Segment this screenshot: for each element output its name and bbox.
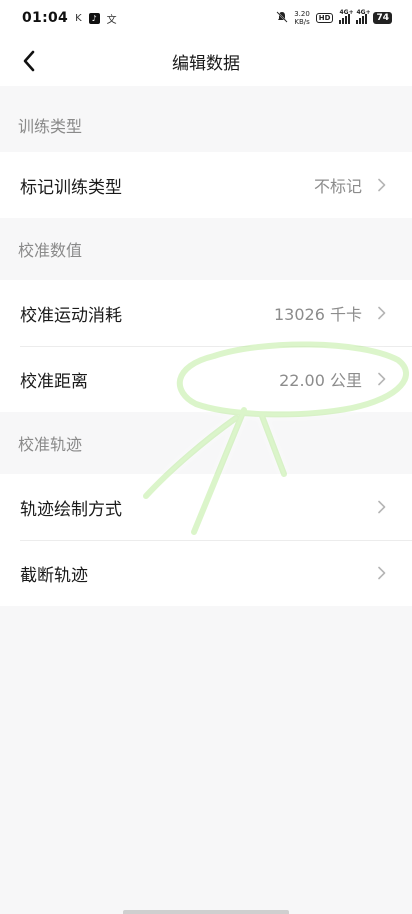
chevron-left-icon <box>23 50 35 72</box>
net-speed-value: 3.20 <box>294 10 310 18</box>
status-left: 01:04 K ♪ 文 <box>22 10 117 26</box>
nav-bar: 编辑数据 <box>0 36 412 86</box>
translate-icon: 文 <box>106 14 117 26</box>
signal-2-icon: 4G+ <box>356 9 371 24</box>
chevron-right-icon <box>376 178 386 192</box>
chevron-right-icon <box>376 566 386 580</box>
chevron-right-icon <box>376 500 386 514</box>
row-calibrate-distance[interactable]: 校准距离 22.00 公里 <box>0 346 412 412</box>
battery-icon: 74 <box>373 12 392 24</box>
group-calibrate-track: 轨迹绘制方式 截断轨迹 <box>0 474 412 606</box>
back-button[interactable] <box>14 46 44 76</box>
row-mark-training-type[interactable]: 标记训练类型 不标记 <box>0 152 412 218</box>
hd-badge: HD <box>315 13 334 23</box>
chevron-right-icon <box>376 372 386 386</box>
status-time: 01:04 <box>22 10 69 26</box>
notification-k-icon: K <box>75 12 82 24</box>
status-bar: 01:04 K ♪ 文 3.20 KB/s HD 4G+ 4G+ 74 <box>0 0 412 36</box>
signal-2-tag: 4G+ <box>356 8 371 16</box>
status-right: 3.20 KB/s HD 4G+ 4G+ 74 <box>276 9 392 26</box>
section-header-calibrate-track: 校准轨迹 <box>0 412 412 474</box>
row-label: 截断轨迹 <box>20 565 88 586</box>
row-label: 标记训练类型 <box>20 177 122 198</box>
row-track-draw-mode[interactable]: 轨迹绘制方式 <box>0 474 412 540</box>
home-indicator[interactable] <box>123 910 289 914</box>
section-header-calibrate-values: 校准数值 <box>0 218 412 280</box>
row-value: 13026 千卡 <box>274 305 362 324</box>
row-label: 校准距离 <box>20 371 88 392</box>
mute-bell-icon <box>276 10 288 26</box>
signal-1-icon: 4G+ <box>339 9 354 24</box>
section-header-training-type: 训练类型 <box>0 86 412 152</box>
row-truncate-track[interactable]: 截断轨迹 <box>0 540 412 606</box>
chevron-right-icon <box>376 306 386 320</box>
row-label: 校准运动消耗 <box>20 305 122 326</box>
row-label: 轨迹绘制方式 <box>20 499 122 520</box>
group-calibrate-values: 校准运动消耗 13026 千卡 校准距离 22.00 公里 <box>0 280 412 412</box>
net-speed: 3.20 KB/s <box>294 10 310 26</box>
net-speed-unit: KB/s <box>294 18 310 26</box>
row-value: 不标记 <box>313 177 362 196</box>
tiktok-icon: ♪ <box>88 12 100 24</box>
signal-1-tag: 4G+ <box>339 8 354 16</box>
row-value: 22.00 公里 <box>279 371 362 390</box>
page-title: 编辑数据 <box>172 53 240 74</box>
group-training-type: 标记训练类型 不标记 <box>0 152 412 218</box>
row-calibrate-calories[interactable]: 校准运动消耗 13026 千卡 <box>0 280 412 346</box>
